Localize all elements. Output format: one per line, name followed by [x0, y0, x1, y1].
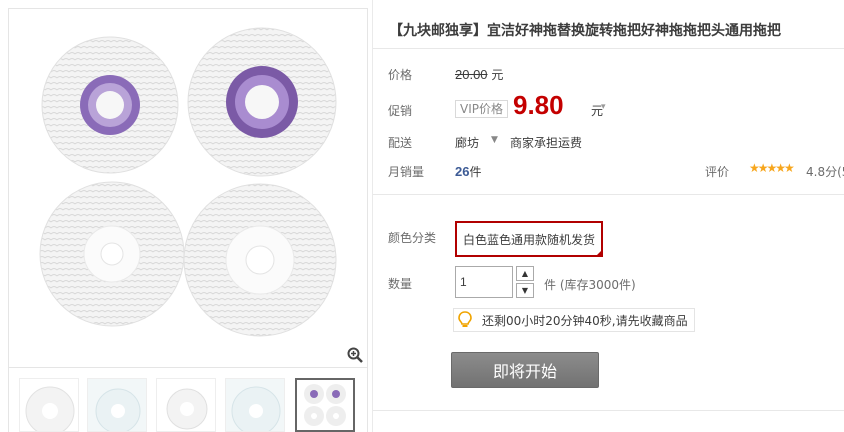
chevron-down-icon[interactable]: ▾: [601, 102, 606, 112]
quantity-label: 数量: [388, 277, 413, 291]
mop-heads-image: [39, 27, 337, 337]
selected-check-icon: [595, 249, 603, 257]
monthly-sales: 26件: [455, 163, 481, 180]
vip-price-tag: VIP价格: [455, 100, 508, 118]
coming-soon-button[interactable]: 即将开始: [451, 352, 599, 388]
quantity-increase-button[interactable]: ▲: [516, 266, 534, 281]
shipping-note: 商家承担运费: [510, 136, 583, 150]
main-product-image[interactable]: [8, 8, 368, 368]
currency-unit: 元: [491, 68, 504, 82]
thumbnail[interactable]: [225, 378, 285, 432]
divider: [373, 48, 844, 49]
lightbulb-icon: [456, 311, 474, 329]
thumbnail[interactable]: [19, 378, 79, 432]
sales-unit: 件: [469, 165, 482, 179]
sales-label: 月销量: [388, 165, 425, 179]
rating-stars: ★★★★★: [749, 161, 795, 175]
color-option-selected[interactable]: 白色蓝色通用款随机发货: [455, 221, 603, 257]
countdown-text: 还剩00小时20分钟40秒,请先收藏商品: [482, 313, 688, 328]
thumbnail-selected[interactable]: [295, 378, 355, 432]
countdown-tip: 还剩00小时20分钟40秒,请先收藏商品: [453, 308, 695, 332]
color-category-label: 颜色分类: [388, 231, 437, 245]
quantity-decrease-button[interactable]: ▼: [516, 283, 534, 298]
shipping-origin[interactable]: 廊坊: [455, 134, 479, 151]
rating-label: 评价: [705, 165, 730, 179]
promo-label: 促销: [388, 104, 413, 118]
rating-value[interactable]: 4.8分(5: [806, 163, 844, 180]
thumbnail[interactable]: [156, 378, 216, 432]
magnifier-icon[interactable]: [345, 345, 365, 365]
stock-info: 件 (库存3000件): [544, 278, 636, 292]
sales-count: 26: [455, 164, 470, 179]
price-label: 价格: [388, 68, 413, 82]
divider: [373, 194, 844, 195]
promo-price: 9.80: [513, 90, 564, 120]
chevron-down-icon[interactable]: ▼: [491, 135, 498, 145]
thumbnail[interactable]: [87, 378, 147, 432]
original-price: 20.00 元: [455, 66, 503, 83]
thumbnail-strip: [8, 368, 368, 432]
product-page: 【九块邮独享】宜洁好神拖替换旋转拖把好神拖拖把头通用拖把 价格 20.00 元 …: [0, 0, 844, 432]
shipping-label: 配送: [388, 136, 413, 150]
color-option-label: 白色蓝色通用款随机发货: [462, 232, 595, 247]
product-info-panel: 【九块邮独享】宜洁好神拖替换旋转拖把好神拖拖把头通用拖把 价格 20.00 元 …: [372, 0, 844, 432]
divider: [373, 410, 844, 411]
quantity-input[interactable]: [455, 266, 513, 298]
original-price-value: 20.00: [455, 67, 488, 82]
product-title: 【九块邮独享】宜洁好神拖替换旋转拖把好神拖拖把头通用拖把: [389, 23, 781, 39]
